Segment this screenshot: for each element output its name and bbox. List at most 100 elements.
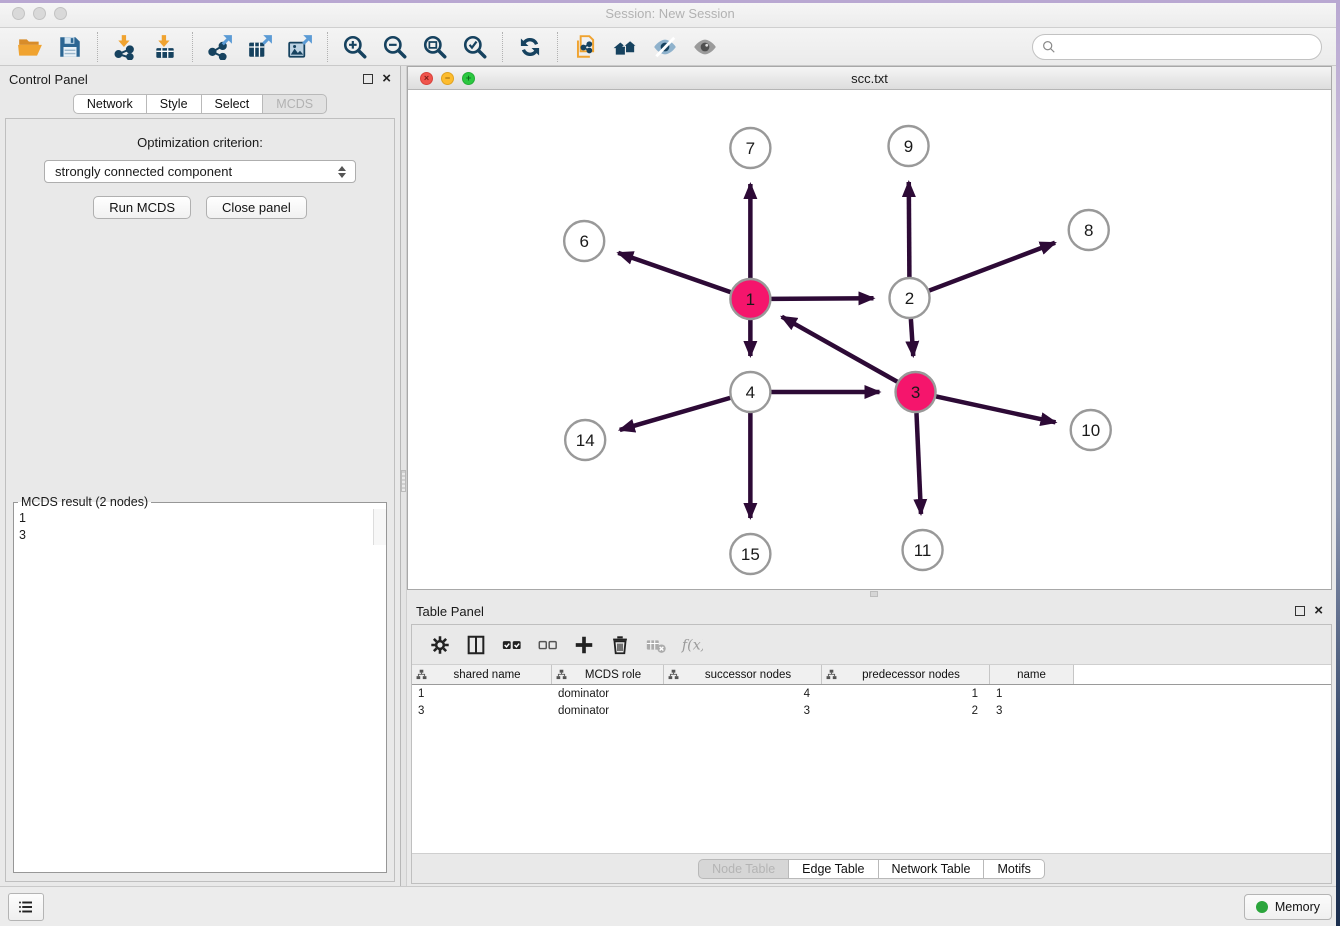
edge-3-10[interactable] — [936, 396, 1055, 422]
delete-column-button[interactable] — [604, 629, 636, 661]
tab-style[interactable]: Style — [147, 94, 202, 114]
graph-node-6[interactable]: 6 — [564, 221, 604, 261]
result-scrollbar[interactable] — [373, 509, 386, 545]
column-header-predecessor-nodes[interactable]: predecessor nodes — [822, 665, 990, 684]
edge-4-14[interactable] — [620, 398, 730, 430]
window-titlebar: Session: New Session — [0, 0, 1340, 28]
duplicate-network-button[interactable] — [565, 30, 605, 64]
control-panel-tabs: NetworkStyleSelectMCDS — [0, 92, 400, 118]
edge-1-6[interactable] — [618, 253, 730, 292]
zoom-selected-button[interactable] — [455, 30, 495, 64]
graph-node-4[interactable]: 4 — [730, 372, 770, 412]
edge-2-3[interactable] — [911, 319, 913, 356]
node-label: 14 — [576, 431, 595, 450]
split-columns-button[interactable] — [460, 629, 492, 661]
network-canvas[interactable]: 7 9 6 8 1 2 4 3 14 10 15 11 — [408, 90, 1331, 589]
edge-3-11[interactable] — [916, 413, 920, 514]
graph-node-11[interactable]: 11 — [903, 530, 943, 570]
import-table-button[interactable] — [145, 30, 185, 64]
search-input[interactable] — [1062, 39, 1312, 54]
refresh-button[interactable] — [510, 30, 550, 64]
graph-node-8[interactable]: 8 — [1069, 210, 1109, 250]
tab-network[interactable]: Network — [73, 94, 147, 114]
edge-1-2[interactable] — [771, 298, 873, 299]
cell-name: 3 — [990, 705, 1074, 717]
vertical-splitter[interactable] — [400, 66, 407, 886]
cell-shared-name: 1 — [412, 688, 552, 700]
open-file-button[interactable] — [10, 30, 50, 64]
memory-button[interactable]: Memory — [1244, 894, 1332, 920]
first-neighbors-button[interactable] — [605, 30, 645, 64]
desktop-edge-top — [0, 0, 1340, 3]
table-panel-title: Table Panel — [416, 604, 1295, 619]
node-label: 4 — [746, 383, 755, 402]
task-history-button[interactable] — [8, 893, 44, 921]
graph-node-2[interactable]: 2 — [890, 278, 930, 318]
tab-network-table[interactable]: Network Table — [879, 859, 985, 879]
deselect-all-columns-icon — [537, 634, 559, 656]
close-panel-icon[interactable]: × — [382, 74, 391, 84]
tab-node-table[interactable]: Node Table — [698, 859, 789, 879]
hide-selected-button[interactable] — [645, 30, 685, 64]
close-panel-icon[interactable]: × — [1314, 606, 1323, 616]
export-table-button[interactable] — [240, 30, 280, 64]
float-panel-icon[interactable] — [363, 74, 373, 84]
settings-gear-button[interactable] — [424, 629, 456, 661]
tab-mcds[interactable]: MCDS — [263, 94, 327, 114]
graph-node-1[interactable]: 1 — [730, 279, 770, 319]
graph-node-14[interactable]: 14 — [565, 420, 605, 460]
graph-node-9[interactable]: 9 — [889, 126, 929, 166]
export-network-button[interactable] — [200, 30, 240, 64]
import-network-button[interactable] — [105, 30, 145, 64]
add-column-icon — [573, 634, 595, 656]
graph-node-3[interactable]: 3 — [896, 372, 936, 412]
select-all-columns-button[interactable] — [496, 629, 528, 661]
column-header-successor-nodes[interactable]: successor nodes — [664, 665, 822, 684]
table-row[interactable]: 3dominator323 — [412, 702, 1331, 719]
graph-node-7[interactable]: 7 — [730, 128, 770, 168]
criterion-select[interactable]: strongly connected component — [44, 160, 356, 183]
table-row[interactable]: 1dominator411 — [412, 685, 1331, 702]
export-image-button[interactable] — [280, 30, 320, 64]
column-header-name[interactable]: name — [990, 665, 1074, 684]
control-panel-header: Control Panel × — [0, 66, 400, 92]
graph-node-15[interactable]: 15 — [730, 534, 770, 574]
svg-text:f(x): f(x) — [681, 637, 703, 653]
column-header-shared-name[interactable]: shared name — [412, 665, 552, 684]
zoom-out-button[interactable] — [375, 30, 415, 64]
edge-2-9[interactable] — [909, 182, 910, 277]
splitter-grip[interactable] — [870, 591, 878, 597]
network-view-title: scc.txt — [408, 71, 1331, 86]
cell-predecessor-nodes: 1 — [822, 688, 990, 700]
edge-3-1[interactable] — [782, 317, 897, 382]
node-label: 1 — [746, 290, 755, 309]
node-label: 2 — [905, 289, 914, 308]
save-session-button[interactable] — [50, 30, 90, 64]
tab-edge-table[interactable]: Edge Table — [789, 859, 878, 879]
graph-node-10[interactable]: 10 — [1071, 410, 1111, 450]
horizontal-splitter[interactable] — [407, 590, 1332, 598]
open-file-icon — [17, 34, 43, 60]
float-panel-icon[interactable] — [1295, 606, 1305, 616]
control-panel: Control Panel × NetworkStyleSelectMCDS O… — [0, 66, 400, 886]
search-box — [1032, 34, 1322, 60]
deselect-all-columns-button[interactable] — [532, 629, 564, 661]
function-builder-button: f(x) — [676, 629, 708, 661]
zoom-in-button[interactable] — [335, 30, 375, 64]
search-icon — [1042, 40, 1056, 54]
mcds-result-title: MCDS result (2 nodes) — [18, 495, 151, 509]
node-label: 15 — [741, 545, 760, 564]
edge-2-8[interactable] — [929, 243, 1055, 291]
splitter-grip[interactable] — [401, 470, 406, 492]
add-column-button[interactable] — [568, 629, 600, 661]
result-line: 1 — [19, 510, 368, 527]
tab-motifs[interactable]: Motifs — [984, 859, 1044, 879]
zoom-fit-button[interactable] — [415, 30, 455, 64]
show-all-button[interactable] — [685, 30, 725, 64]
split-columns-icon — [465, 634, 487, 656]
tab-select[interactable]: Select — [202, 94, 264, 114]
run-mcds-button[interactable]: Run MCDS — [93, 196, 191, 219]
column-header-MCDS-role[interactable]: MCDS role — [552, 665, 664, 684]
export-image-icon — [287, 34, 313, 60]
close-panel-button[interactable]: Close panel — [206, 196, 307, 219]
